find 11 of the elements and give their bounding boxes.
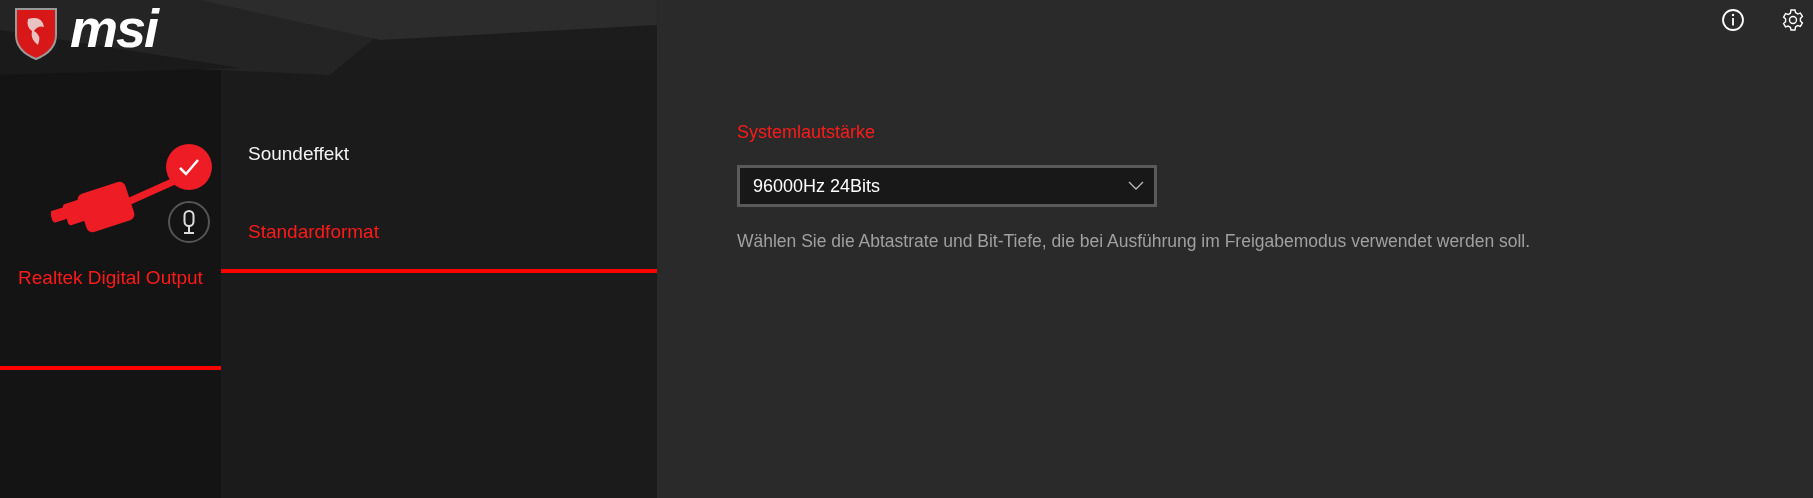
device-name: Realtek Digital Output — [18, 267, 203, 289]
brand-logo: msi — [70, 1, 158, 55]
nav-tab[interactable]: Soundeffekt — [221, 117, 657, 195]
section-title: Systemlautstärke — [737, 122, 877, 143]
chevron-down-icon — [1128, 181, 1144, 191]
description-text: Wählen Sie die Abtastrate und Bit-Tiefe, die bei Ausführung im Freigabemodus verwendet werden soll. — [737, 231, 1532, 252]
format-dropdown[interactable]: 96000Hz 24Bits — [737, 165, 1157, 207]
microphone-icon — [166, 200, 211, 244]
settings-icon[interactable] — [1781, 8, 1805, 32]
info-icon[interactable] — [1721, 8, 1745, 32]
nav-tab[interactable]: Standardformat — [221, 195, 657, 273]
